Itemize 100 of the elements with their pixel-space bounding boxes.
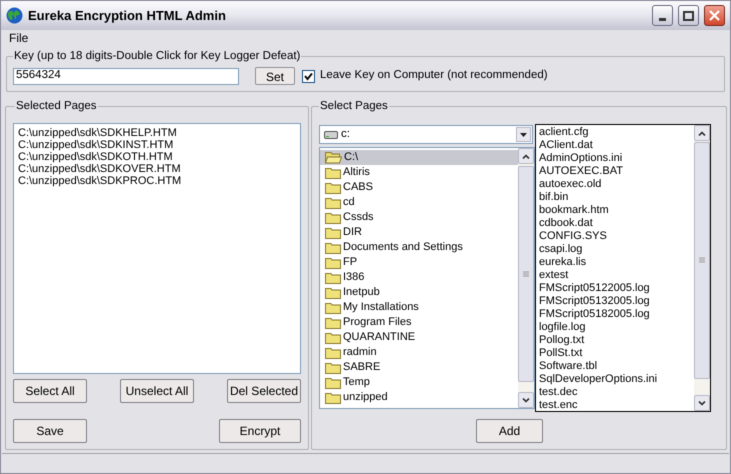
folder-item[interactable]: Documents and Settings — [320, 240, 518, 255]
scroll-thumb[interactable] — [694, 142, 710, 379]
listed-entry[interactable]: cdbook.dat — [539, 217, 593, 230]
menu-item[interactable]: File — [9, 29, 28, 47]
listed-entry[interactable]: bif.bin — [539, 191, 568, 204]
folder-item[interactable]: My Installations — [320, 300, 518, 315]
listed-entry[interactable]: Pollog.txt — [539, 334, 584, 347]
folder-item[interactable]: Altiris — [320, 165, 518, 180]
folder-item[interactable]: FP — [320, 255, 518, 270]
folder-item[interactable]: C:\ — [320, 150, 518, 165]
folder-item[interactable]: DIR — [320, 225, 518, 240]
listed-entry[interactable]: CONFIG.SYS — [539, 230, 607, 243]
scroll-down-button[interactable] — [518, 392, 534, 408]
selected-pages-list[interactable]: C:\unzipped\sdk\SDKHELP.HTM C:\unzipped\sdk\SDKINST.HTM C:\unzipped\sdk\SDKOTH.HTM C:\unzipped\sdk\SDKOVER.HTM C:\unzipped\sdk\SDKPROC.HTM — [13, 123, 301, 374]
listed-entry[interactable]: extest — [539, 269, 568, 282]
action-button[interactable]: Encrypt — [219, 419, 301, 443]
folder-name: Program Files — [343, 316, 412, 329]
add-button[interactable]: Add — [476, 419, 543, 443]
listed-entry[interactable]: FMScript05132005.log — [539, 295, 650, 308]
listed-entry[interactable]: FMScript05182005.log — [539, 308, 650, 321]
action-button[interactable]: Unselect All — [120, 379, 194, 403]
open-folder-icon — [325, 151, 342, 164]
listed-entry[interactable]: test.dec — [539, 386, 578, 399]
listed-entry[interactable]: aclient.cfg — [539, 126, 589, 139]
chevron-down-icon — [698, 400, 706, 406]
set-button[interactable]: Set — [255, 67, 295, 85]
drive-icon — [324, 130, 338, 138]
close-icon — [709, 10, 720, 21]
folder-name: Temp — [343, 376, 370, 389]
folder-item[interactable]: unzipped — [320, 390, 518, 405]
folder-icon — [325, 196, 341, 208]
action-button[interactable]: Select All — [13, 379, 87, 403]
folder-icon — [325, 376, 341, 388]
folder-name: cd — [343, 196, 355, 209]
listed-entry[interactable]: eureka.lis — [539, 256, 586, 269]
listed-entry[interactable]: autoexec.old — [539, 178, 602, 191]
list-item[interactable]: C:\unzipped\sdk\SDKPROC.HTM — [18, 175, 182, 187]
minimize-button[interactable] — [652, 5, 673, 26]
folder-item[interactable]: I386 — [320, 270, 518, 285]
folder-name: radmin — [343, 346, 377, 359]
chevron-up-icon — [698, 130, 706, 136]
folder-icon — [325, 256, 341, 268]
action-button[interactable]: Del Selected — [227, 379, 301, 403]
folder-name: C:\ — [344, 151, 358, 164]
listed-entry[interactable]: FMScript05122005.log — [539, 282, 650, 295]
key-input[interactable]: 5564324 — [13, 68, 239, 84]
list-item[interactable]: C:\unzipped\sdk\SDKOVER.HTM — [18, 163, 181, 175]
list-item[interactable]: C:\unzipped\sdk\SDKOTH.HTM — [18, 151, 173, 163]
maximize-button[interactable] — [678, 5, 699, 26]
scroll-down-button[interactable] — [694, 395, 710, 411]
listed-entry[interactable]: AClient.dat — [539, 139, 593, 152]
listed-entry[interactable]: AUTOEXEC.BAT — [539, 165, 623, 178]
folder-item[interactable]: Cssds — [320, 210, 518, 225]
folder-name: FP — [343, 256, 358, 269]
folder-icon — [325, 346, 341, 358]
folder-name: QUARANTINE — [343, 331, 416, 344]
folder-icon — [325, 226, 341, 238]
listed-entry[interactable]: csapi.log — [539, 243, 582, 256]
scroll-up-button[interactable] — [518, 148, 534, 164]
folder-icon — [325, 286, 341, 298]
folder-item[interactable]: cd — [320, 195, 518, 210]
folder-item[interactable]: SABRE — [320, 360, 518, 375]
folder-icon — [325, 272, 341, 284]
dropdown-button[interactable] — [516, 127, 531, 142]
folder-name: Documents and Settings — [343, 241, 463, 254]
folder-item[interactable]: radmin — [320, 345, 518, 360]
folder-item[interactable]: Inetpub — [320, 285, 518, 300]
folder-icon — [325, 182, 341, 194]
folder-item[interactable]: QUARANTINE — [320, 330, 518, 345]
check-icon — [304, 72, 313, 80]
listed-entry[interactable]: SqlDeveloperOptions.ini — [539, 373, 658, 386]
folder-name: CABS — [343, 181, 373, 194]
drive-dropdown[interactable]: c: — [319, 125, 533, 144]
folder-item[interactable]: Program Files — [320, 315, 518, 330]
folder-icon — [325, 242, 341, 254]
listed-entry[interactable]: test.enc — [539, 399, 578, 412]
listed-entry[interactable]: AdminOptions.ini — [539, 152, 622, 165]
close-button[interactable] — [704, 5, 725, 26]
grip-icon — [523, 270, 529, 278]
folder-name: unzipped — [343, 391, 388, 404]
checkbox[interactable] — [302, 70, 315, 82]
list-item[interactable]: C:\unzipped\sdk\SDKINST.HTM — [18, 139, 174, 151]
folder-name: Cssds — [343, 211, 374, 224]
action-button[interactable]: Save — [13, 419, 87, 443]
chevron-down-icon — [522, 398, 530, 402]
folder-item[interactable]: Temp — [320, 375, 518, 390]
folder-icon — [325, 332, 341, 344]
listed-entry[interactable]: bookmark.htm — [539, 204, 609, 217]
scroll-up-button[interactable] — [694, 125, 710, 141]
list-item[interactable]: C:\unzipped\sdk\SDKHELP.HTM — [18, 127, 177, 139]
chevron-up-icon — [522, 154, 530, 158]
group-label: Key (up to 18 digits-Double Click for Key Logger Defeat) — [13, 49, 302, 63]
group-label: Selected Pages — [15, 99, 98, 113]
folder-item[interactable]: CABS — [320, 180, 518, 195]
listed-entry[interactable]: Software.tbl — [539, 360, 598, 373]
scroll-thumb[interactable] — [518, 166, 534, 382]
listed-entry[interactable]: logfile.log — [539, 321, 586, 334]
listed-entry[interactable]: PollSt.txt — [539, 347, 582, 360]
folder-name: I386 — [343, 271, 364, 284]
drive-value: c: — [341, 126, 351, 142]
